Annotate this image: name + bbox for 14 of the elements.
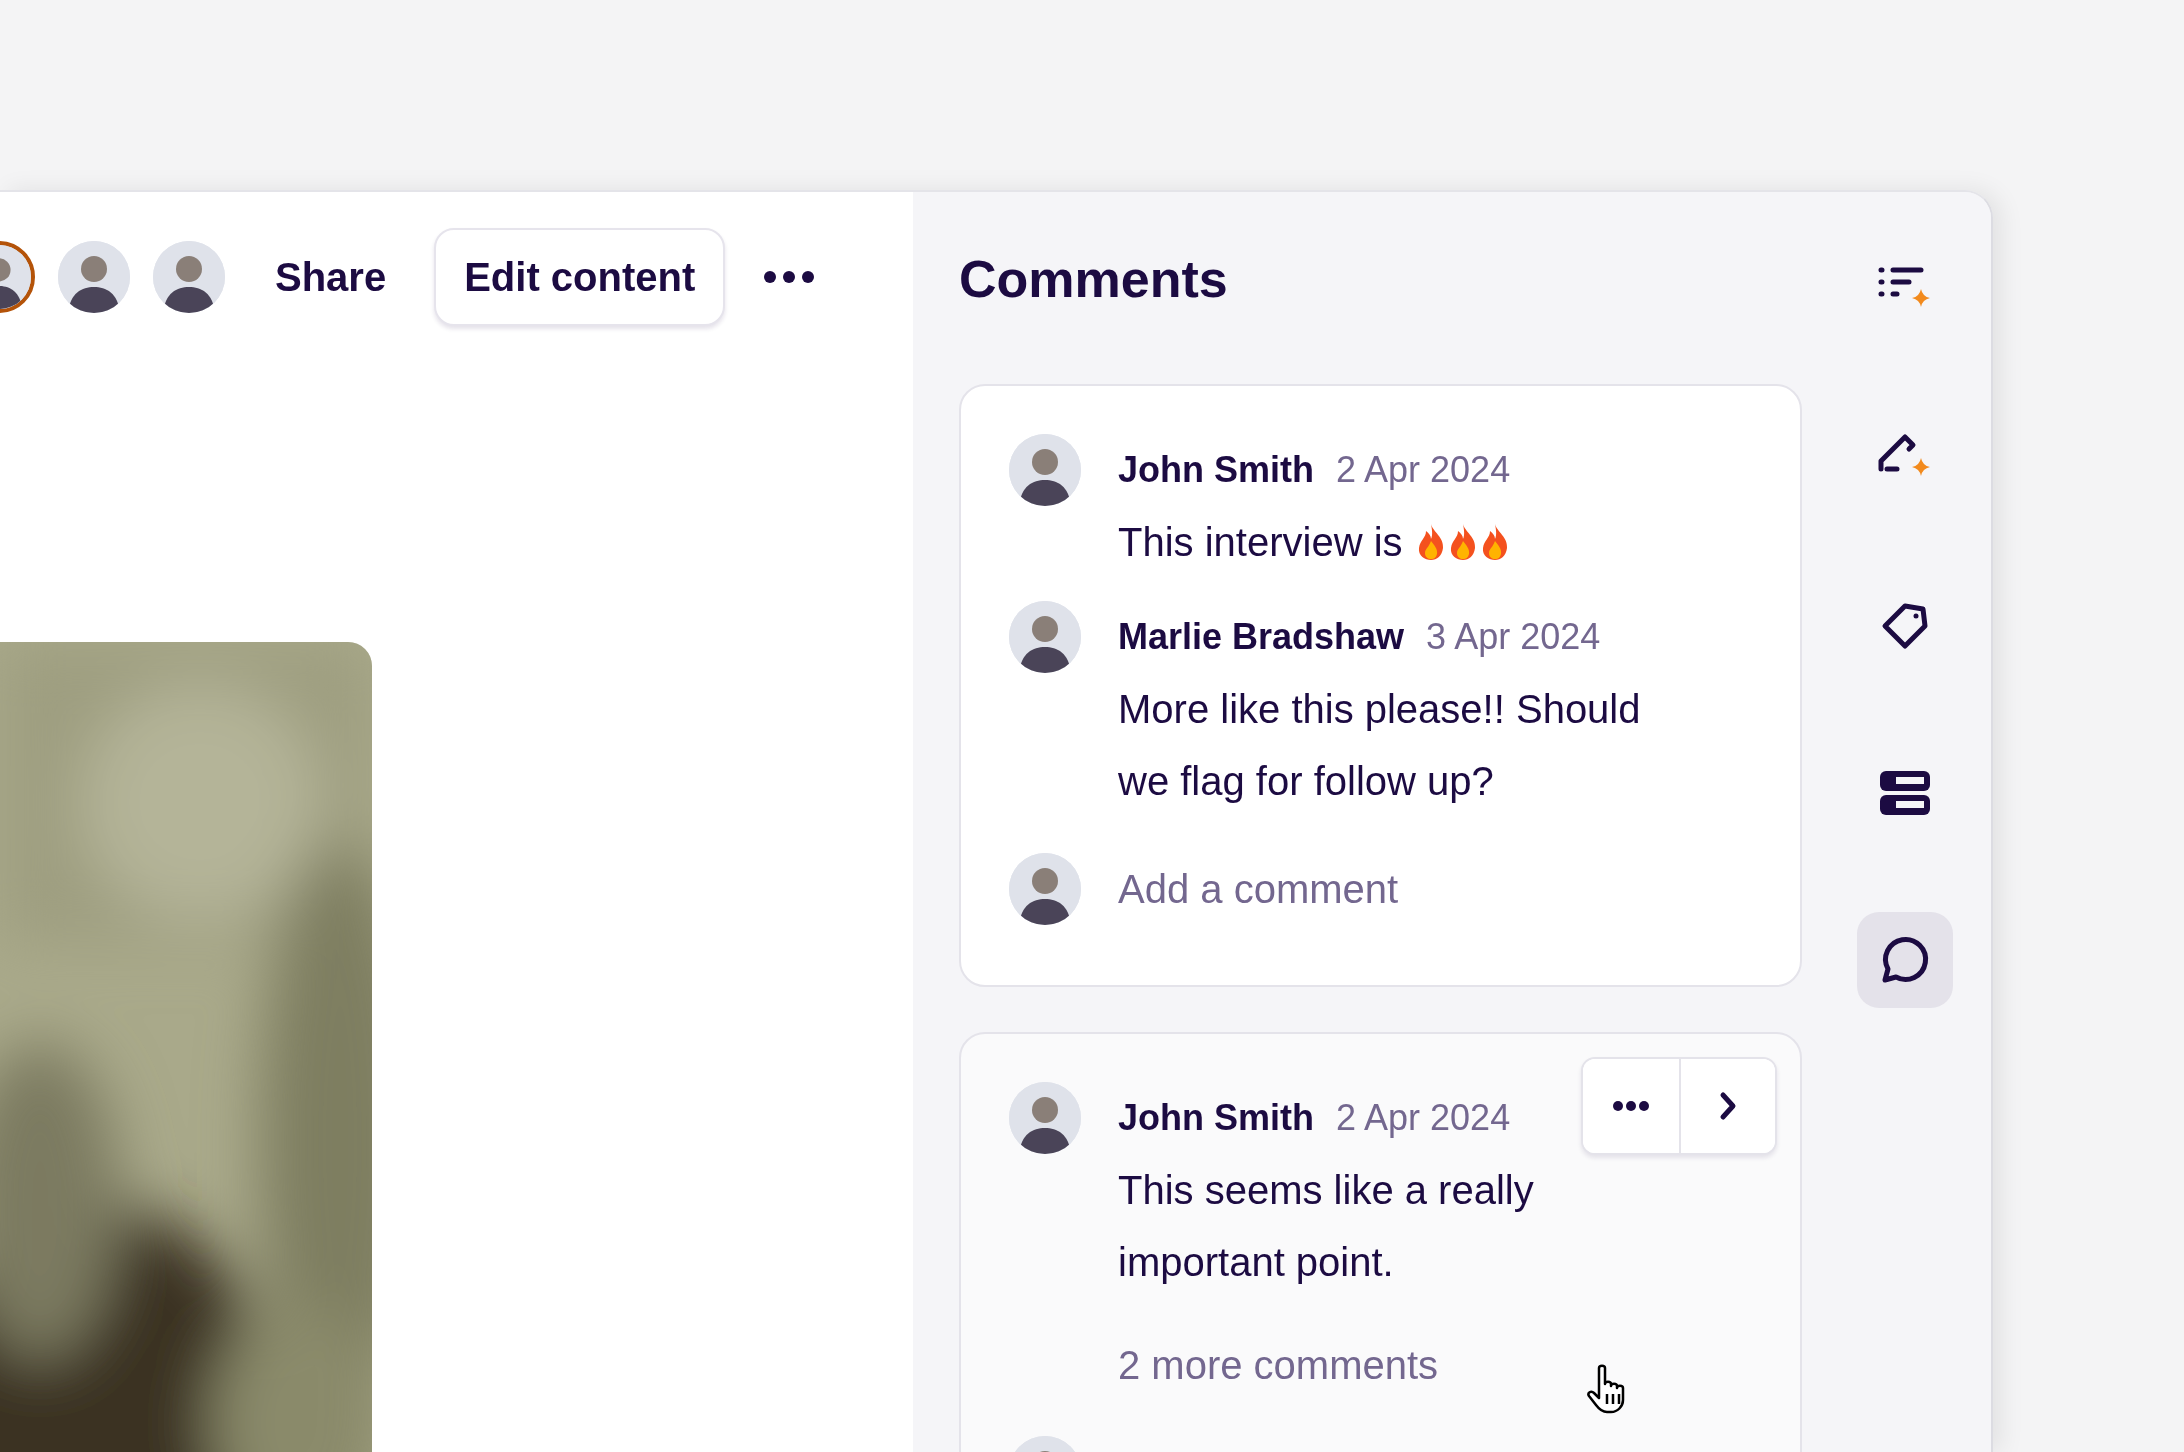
comment-date: 2 Apr 2024 xyxy=(1336,1097,1511,1139)
comment-date: 3 Apr 2024 xyxy=(1426,616,1601,658)
author-name: John Smith xyxy=(1118,1097,1314,1139)
comment-text: This interview is xyxy=(1118,519,1403,566)
more-comments-link[interactable]: 2 more comments xyxy=(1118,1343,1439,1388)
comment-text: More like this please!! Should we flag for follow up? xyxy=(1118,686,1642,805)
share-link[interactable]: Share xyxy=(275,254,387,300)
author-name: John Smith xyxy=(1118,449,1314,491)
author-name: Marlie Bradshaw xyxy=(1118,616,1405,658)
panel-title: Comments xyxy=(959,249,1229,309)
comment-input[interactable]: Add a comment xyxy=(1118,866,1752,912)
comment-date: 2 Apr 2024 xyxy=(1336,449,1511,491)
edit-content-button[interactable]: Edit content xyxy=(434,228,726,326)
comment-text: This seems like a really important point. xyxy=(1118,1167,1535,1286)
